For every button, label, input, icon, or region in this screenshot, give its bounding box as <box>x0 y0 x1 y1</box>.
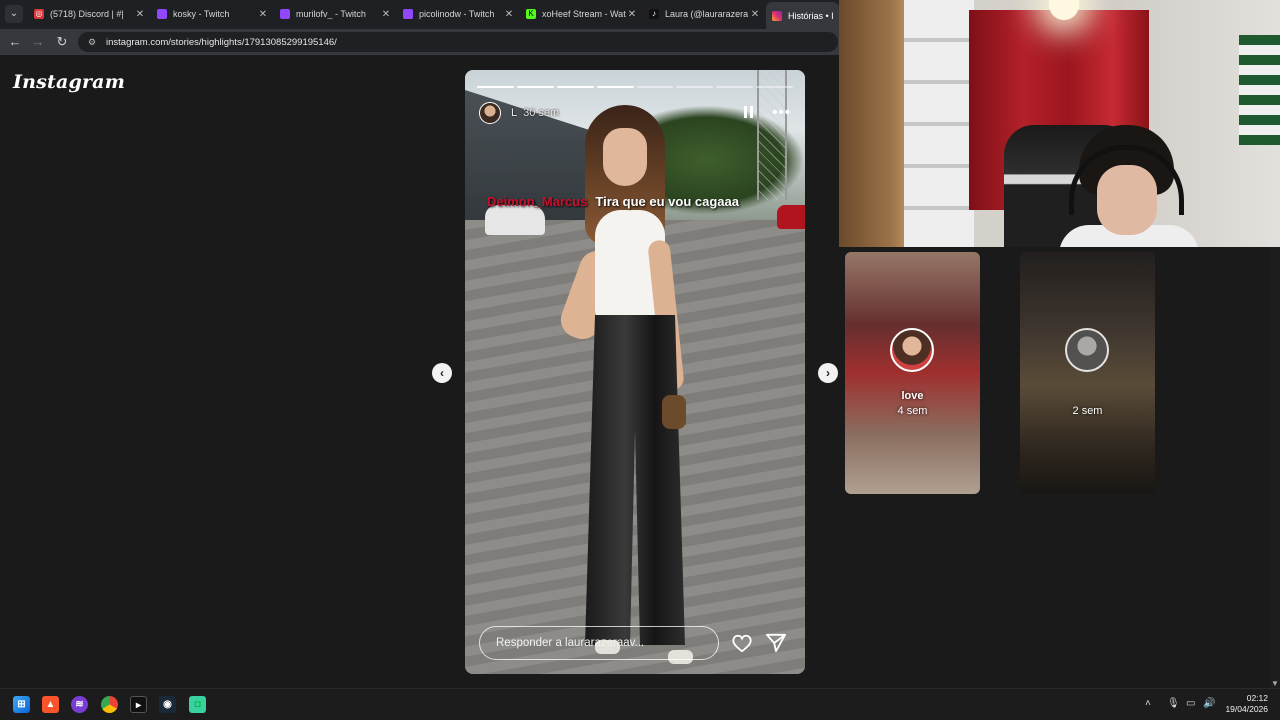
reply-input[interactable]: Responder a laurarazeraav... <box>479 626 719 660</box>
tab-close-icon[interactable]: ✕ <box>135 9 145 20</box>
story-username[interactable]: L <box>511 107 517 119</box>
webcam-overlay <box>839 0 1280 247</box>
discord-icon[interactable]: ◘ <box>189 696 206 713</box>
instagram-logo[interactable]: Instagram <box>13 71 125 93</box>
highlight-time: 4 sem <box>897 405 928 417</box>
windows-taskbar: ⊞ ▲ ≋ ▸ ◉ ◘ ˄ 🎙 ▭ 🔊 02:12 19/04/2026 <box>0 688 1280 720</box>
pause-icon[interactable] <box>744 106 756 120</box>
clock-time: 02:12 <box>1246 693 1268 703</box>
url-text: instagram.com/stories/highlights/1791308… <box>106 36 337 48</box>
next-story-button[interactable]: › <box>818 363 838 383</box>
tab-close-icon[interactable]: ✕ <box>258 9 268 20</box>
send-icon[interactable] <box>765 633 787 653</box>
heart-icon[interactable] <box>731 633 753 653</box>
more-options-icon[interactable]: ••• <box>772 105 791 120</box>
tab-instagram-stories[interactable]: Histórias • Insta <box>766 2 839 29</box>
story-progress-bar <box>477 86 793 88</box>
reply-placeholder: Responder a laurarazeraav... <box>496 637 645 649</box>
discord-icon: ◎ <box>34 9 44 19</box>
scroll-down-icon[interactable]: ▼ <box>1271 679 1279 688</box>
tab-murilofv-twitch[interactable]: murilofv_ - Twitch ✕ <box>274 3 397 25</box>
brave-icon[interactable]: ▲ <box>42 696 59 713</box>
progress-segment <box>596 86 634 88</box>
tab-xoheef-kick[interactable]: K xoHeef Stream - Wat ✕ <box>520 3 643 25</box>
tab-close-icon[interactable]: ✕ <box>750 9 760 20</box>
highlight-card-drinks[interactable]: 2 sem <box>1020 252 1155 494</box>
twitch-icon <box>403 9 413 19</box>
tab-title: Laura (@laurarazera <box>665 9 749 19</box>
tab-title: kosky - Twitch <box>173 9 230 19</box>
steam-icon[interactable]: ◉ <box>159 696 176 713</box>
chrome-icon[interactable] <box>101 696 118 713</box>
tab-close-icon[interactable]: ✕ <box>381 9 391 20</box>
avatar[interactable] <box>479 102 501 124</box>
volume-icon[interactable]: 🔊 <box>1203 698 1215 709</box>
progress-segment <box>477 86 514 88</box>
reload-icon[interactable]: ↻ <box>53 33 71 51</box>
microphone-icon[interactable]: 🎙 <box>1167 698 1180 709</box>
tab-kosky-twitch[interactable]: kosky - Twitch ✕ <box>151 3 274 25</box>
highlight-title: love <box>901 390 924 402</box>
progress-segment <box>716 86 754 88</box>
previous-story-button[interactable]: ‹ <box>432 363 452 383</box>
progress-segment <box>516 86 554 88</box>
tab-title: picolinodw - Twitch <box>419 9 495 19</box>
chat-message: Tira que eu vou cagaaa <box>595 194 739 209</box>
back-arrow-icon[interactable]: ← <box>6 33 24 51</box>
avatar <box>1065 328 1109 372</box>
tab-title: murilofv_ - Twitch <box>296 9 366 19</box>
story-timestamp: 30 sem <box>523 107 560 119</box>
twitch-icon <box>157 9 167 19</box>
tab-title: xoHeef Stream - Wat <box>542 9 626 19</box>
tab-title: Histórias • Insta <box>788 10 833 21</box>
windows-start-icon[interactable]: ⊞ <box>13 696 30 713</box>
progress-segment <box>636 86 674 88</box>
network-icon[interactable]: ▭ <box>1186 698 1195 709</box>
chevron-up-icon[interactable]: ˄ <box>1145 698 1151 709</box>
highlight-card-love[interactable]: love 4 sem <box>845 252 980 494</box>
twitch-icon <box>280 9 290 19</box>
stream-chat-overlay: Deimon_Marcus Tira que eu vou cagaaa <box>487 194 739 209</box>
tab-picolinodw-twitch[interactable]: picolinodw - Twitch ✕ <box>397 3 520 25</box>
instagram-icon <box>772 10 782 21</box>
kick-icon: K <box>526 9 536 19</box>
story-viewer[interactable]: L 30 sem ••• Deimon_Marcus Tira que eu vo… <box>465 70 805 674</box>
site-settings-icon[interactable]: ⚙ <box>88 37 98 47</box>
tab-search-button[interactable]: ⌄ <box>5 5 23 23</box>
terminal-icon[interactable]: ▸ <box>130 696 147 713</box>
progress-segment <box>756 86 793 88</box>
avatar <box>890 328 934 372</box>
tab-close-icon[interactable]: ✕ <box>504 9 514 20</box>
tab-discord[interactable]: ◎ (5718) Discord | #| ✕ <box>28 3 151 25</box>
forward-arrow-icon[interactable]: → <box>29 33 47 51</box>
chat-username: Deimon_Marcus <box>487 194 588 209</box>
system-clock[interactable]: 02:12 19/04/2026 <box>1225 693 1268 715</box>
tiktok-icon: ♪ <box>649 9 659 19</box>
highlight-time: 2 sem <box>1072 405 1103 417</box>
progress-segment <box>676 86 714 88</box>
spotify-icon[interactable]: ≋ <box>71 696 88 713</box>
progress-segment <box>556 86 594 88</box>
tab-laura-tiktok[interactable]: ♪ Laura (@laurarazera ✕ <box>643 3 766 25</box>
story-photo-subject <box>550 100 720 670</box>
address-bar[interactable]: ⚙ instagram.com/stories/highlights/17913… <box>78 32 838 52</box>
story-header: L 30 sem ••• <box>479 100 791 126</box>
streamer <box>1059 125 1199 247</box>
tab-title: (5718) Discord | #| <box>50 9 124 19</box>
clock-date: 19/04/2026 <box>1225 704 1268 714</box>
tab-close-icon[interactable]: ✕ <box>627 9 637 20</box>
